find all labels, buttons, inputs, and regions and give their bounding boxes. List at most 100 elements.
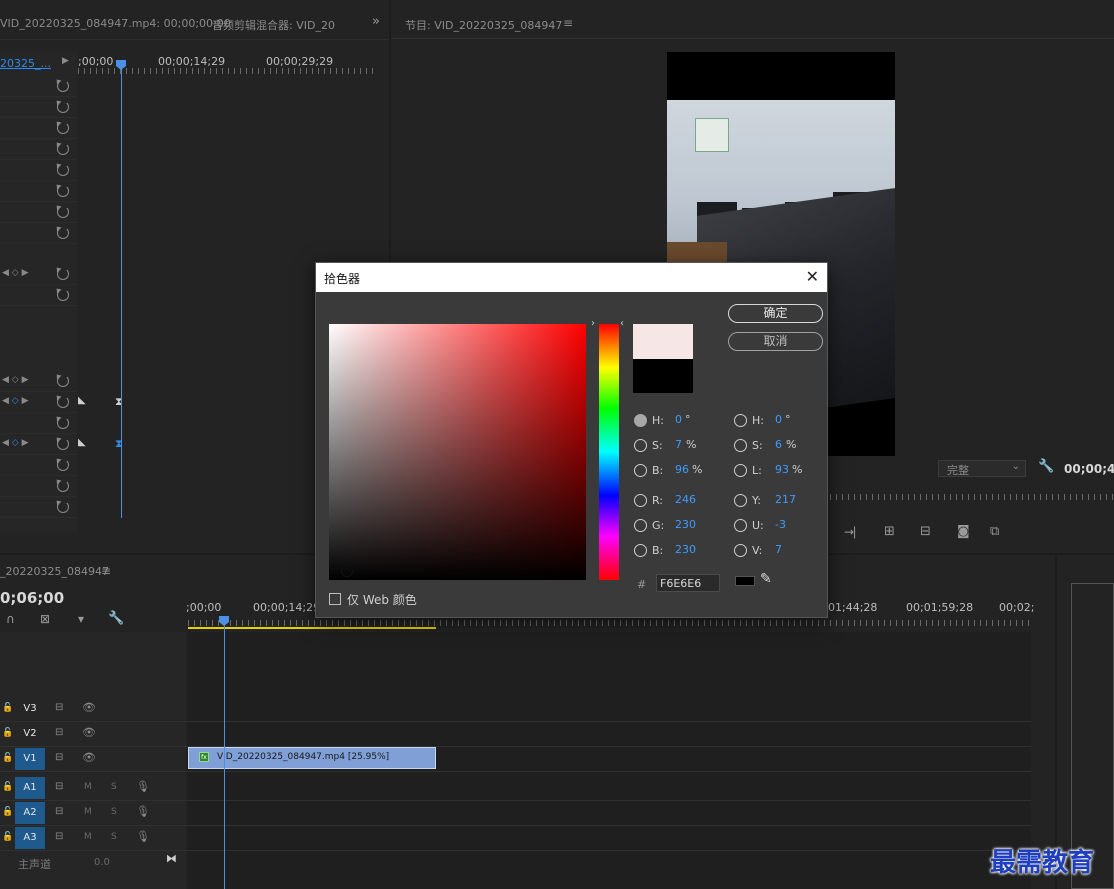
reset-icon[interactable] [57,501,69,513]
quality-dropdown[interactable]: 完整 ⌄ [938,460,1026,477]
color-field[interactable] [329,324,586,580]
toggle-sync-lock-icon[interactable]: ⊟ [55,781,63,792]
cancel-button[interactable]: 取消 [728,332,823,351]
audio-mixer-tab[interactable]: 音频剪辑混合器: VID_20 [212,17,335,33]
lift-icon[interactable]: ⊞ [884,524,895,539]
microphone-icon[interactable]: 🎙 [136,780,150,793]
toggle-sync-lock-icon[interactable]: ⊟ [55,702,63,713]
radio-yuv-y[interactable] [734,494,747,507]
solo-button[interactable]: S [111,807,117,817]
toggle-sync-lock-icon[interactable]: ⊟ [55,727,63,738]
yuv-y-value[interactable]: 217 [775,493,796,506]
mute-button[interactable]: M [84,832,92,842]
program-tab[interactable]: 节目: VID_20220325_084947 [405,17,562,33]
hsb-h-value[interactable]: 0 [675,413,682,426]
go-to-end-icon[interactable]: ⧓ [166,852,177,865]
reset-icon[interactable] [57,143,69,155]
radio-rgb-b[interactable] [634,544,647,557]
radio-yuv-u[interactable] [734,519,747,532]
reset-icon[interactable] [57,122,69,134]
color-field-cursor[interactable] [341,565,353,577]
eye-icon[interactable]: 👁 [82,726,96,739]
wrench-icon[interactable]: 🔧 [1038,459,1054,474]
track-target-v1[interactable]: V1 [15,748,45,770]
track-target-a2[interactable]: A2 [15,802,45,824]
track-target-a3[interactable]: A3 [15,827,45,849]
timeline-menu-icon[interactable]: ≡ [101,564,111,578]
radio-rgb-r[interactable] [634,494,647,507]
hsb-b-value[interactable]: 96 [675,463,689,476]
radio-hsl-h[interactable] [734,414,747,427]
track-target-v3[interactable]: V3 [15,698,45,720]
hsl-l-value[interactable]: 93 [775,463,789,476]
toggle-sync-lock-icon[interactable]: ⊟ [55,752,63,763]
source-tab[interactable]: VID_20220325_084947.mp4: 00;00;00;00 [0,17,231,30]
keyframe-nav-2[interactable]: ◀ ◇ ▶ [2,375,29,385]
timeline-tab[interactable]: _20220325_084947 [0,565,109,578]
snap-icon[interactable]: ∩ [6,612,15,626]
reset-icon[interactable] [57,480,69,492]
radio-hsb-s[interactable] [634,439,647,452]
radio-hsb-h[interactable] [634,414,647,427]
reset-icon[interactable] [57,459,69,471]
reset-icon[interactable] [57,101,69,113]
reset-icon[interactable] [57,268,69,280]
play-arrow-icon[interactable]: ▶ [62,56,69,66]
linked-selection-icon[interactable]: ⊠ [40,612,50,626]
rgb-g-value[interactable]: 230 [675,518,696,531]
track-target-a1[interactable]: A1 [15,777,45,799]
rgb-r-value[interactable]: 246 [675,493,696,506]
close-icon[interactable]: ✕ [806,267,819,286]
mute-button[interactable]: M [84,807,92,817]
rgb-b-value[interactable]: 230 [675,543,696,556]
hsl-h-value[interactable]: 0 [775,413,782,426]
yuv-u-value[interactable]: -3 [775,518,786,531]
reset-icon[interactable] [57,227,69,239]
keyframe-nav-4[interactable]: ◀ ◇ ▶ [2,438,29,448]
reset-icon[interactable] [57,164,69,176]
compare-icon[interactable]: ⧉ [990,524,999,539]
solo-button[interactable]: S [111,832,117,842]
web-only-checkbox[interactable] [329,593,341,605]
yuv-v-value[interactable]: 7 [775,543,782,556]
hue-arrow-left-icon[interactable]: › [591,318,595,329]
microphone-icon[interactable]: 🎙 [136,805,150,818]
eyedropper-icon[interactable]: ✎ [760,571,772,587]
hsb-s-value[interactable]: 7 [675,438,682,451]
extract-icon[interactable]: ⊟ [920,524,931,539]
radio-hsl-l[interactable] [734,464,747,477]
hue-arrow-right-icon[interactable]: ‹ [620,318,624,329]
lock-icon[interactable]: 🔓 [2,703,13,713]
microphone-icon[interactable]: 🎙 [136,830,150,843]
reset-icon[interactable] [57,185,69,197]
timeline-settings-icon[interactable]: 🔧 [108,611,124,626]
panel-overflow-icon[interactable]: » [372,14,380,29]
reset-icon[interactable] [57,396,69,408]
reset-icon[interactable] [57,80,69,92]
eye-icon[interactable]: 👁 [82,751,96,764]
radio-hsl-s[interactable] [734,439,747,452]
reset-icon[interactable] [57,438,69,450]
lock-icon[interactable]: 🔓 [2,832,13,842]
toggle-sync-lock-icon[interactable]: ⊟ [55,806,63,817]
keyframe-nav-3[interactable]: ◀ ◇ ▶ [2,396,29,406]
radio-rgb-g[interactable] [634,519,647,532]
hex-input[interactable]: F6E6E6 [656,574,720,592]
lock-icon[interactable]: 🔓 [2,753,13,763]
solo-button[interactable]: S [111,782,117,792]
insert-icon[interactable]: →⎸ [844,525,866,540]
lock-icon[interactable]: 🔓 [2,807,13,817]
toggle-sync-lock-icon[interactable]: ⊟ [55,831,63,842]
dialog-titlebar[interactable]: 拾色器 ✕ [316,263,827,292]
hsl-s-value[interactable]: 6 [775,438,782,451]
master-track-value[interactable]: 0.0 [94,857,110,868]
lock-icon[interactable]: 🔓 [2,728,13,738]
add-marker-icon[interactable]: ▾ [78,612,84,626]
video-clip[interactable]: fx VID_20220325_084947.mp4 [25.95%] [188,747,436,769]
program-menu-icon[interactable]: ≡ [563,16,573,30]
track-target-v2[interactable]: V2 [15,723,45,745]
reset-icon[interactable] [57,417,69,429]
camera-icon[interactable]: ◙ [957,524,970,539]
reset-icon[interactable] [57,375,69,387]
radio-yuv-v[interactable] [734,544,747,557]
